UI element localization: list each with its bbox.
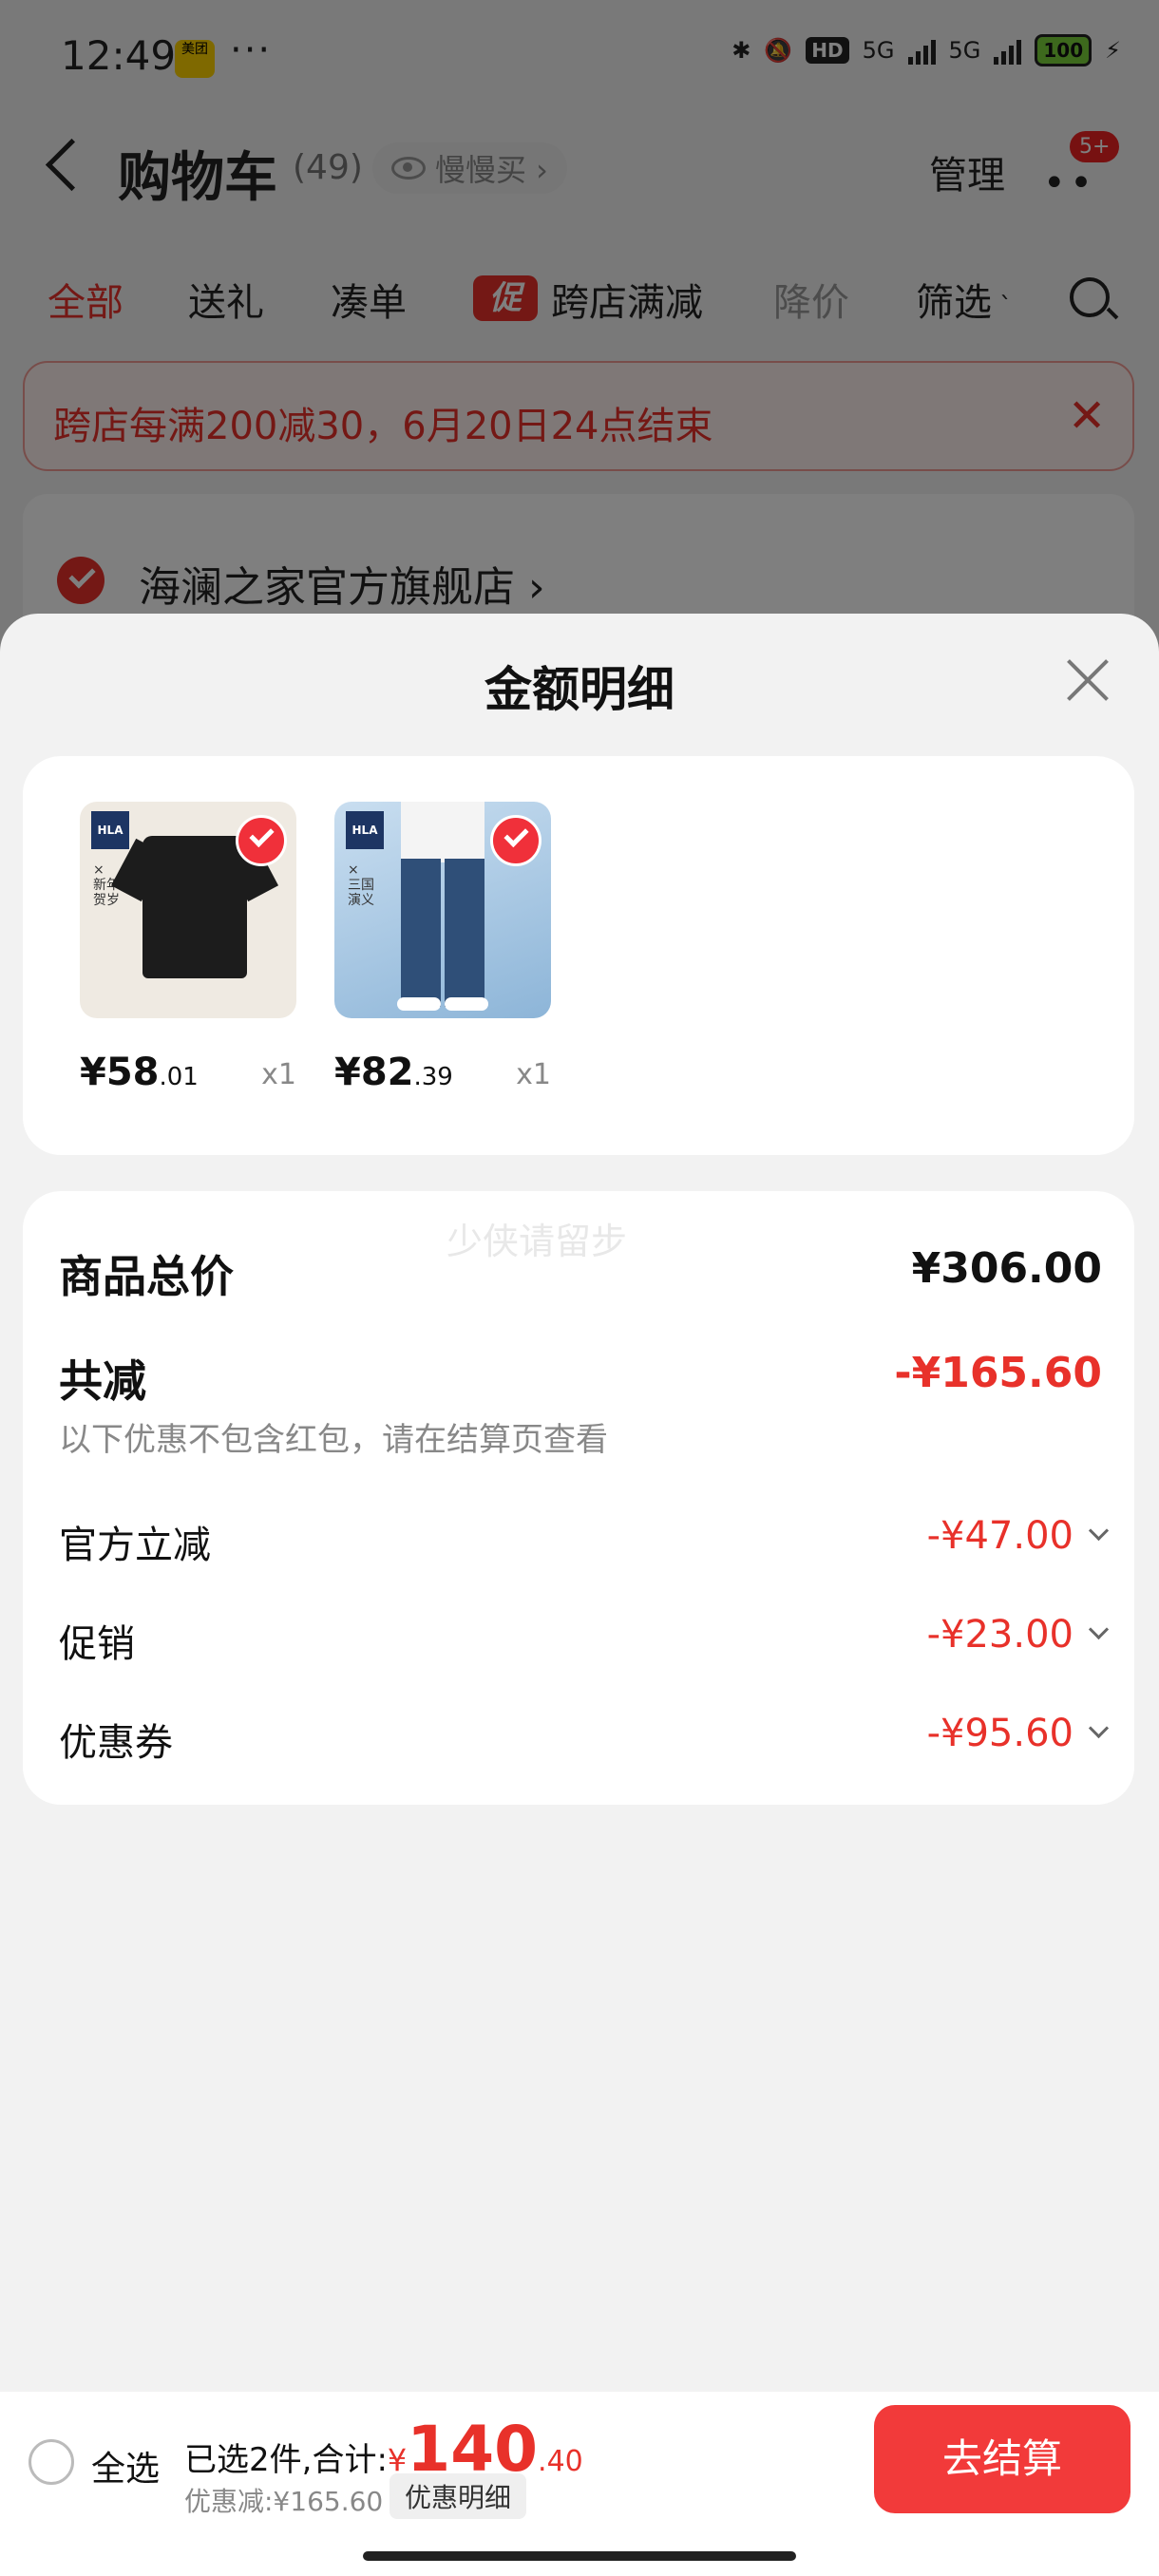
item-price-int: ¥82 — [334, 1051, 414, 1094]
decorative-text: × 三国 演义 — [348, 862, 374, 908]
discount-note: 以下优惠不包含红包，请在结算页查看 — [59, 1421, 608, 1459]
item-price-dec: .01 — [159, 1063, 199, 1091]
selected-summary: 已选2件,合计: — [184, 2441, 388, 2479]
black-polo-shirt-icon — [142, 836, 247, 978]
select-all-label[interactable]: 全选 — [91, 2441, 160, 2491]
coupon-value[interactable]: -¥95.60 — [927, 1712, 1074, 1755]
amount-detail-sheet: 金额明细 HLA × 新年 贺岁 ¥58.01 x1 HLA × 三国 演义 ¥… — [0, 614, 1159, 2576]
chevron-down-icon[interactable] — [1088, 1520, 1110, 1542]
blue-jeans-icon — [401, 859, 441, 1007]
close-icon[interactable] — [1064, 657, 1112, 705]
item-price: ¥58.01 — [80, 1051, 199, 1094]
list-item[interactable]: HLA × 新年 贺岁 ¥58.01 x1 — [80, 802, 296, 1094]
product-thumbnail: HLA × 新年 贺岁 — [80, 802, 296, 1018]
sheet-title: 金额明细 — [484, 662, 674, 717]
home-indicator[interactable] — [363, 2551, 796, 2561]
coupon-label: 优惠券 — [59, 1721, 173, 1765]
select-all-checkbox[interactable] — [28, 2439, 74, 2485]
total-reduction-value: -¥165.60 — [894, 1349, 1102, 1397]
checkout-bar: 全选 已选2件,合计:¥140.40 优惠减:¥165.60 优惠明细 去结算 — [0, 2392, 1159, 2534]
shoe-icon — [397, 997, 441, 1011]
chevron-down-icon[interactable] — [1088, 1717, 1110, 1739]
promotion-label: 促销 — [59, 1622, 135, 1666]
total-price-label: 商品总价 — [59, 1251, 234, 1302]
shirt-shape-icon — [401, 802, 484, 862]
check-icon — [236, 815, 287, 866]
check-icon — [490, 815, 542, 866]
brand-logo-icon: HLA — [91, 811, 129, 849]
total-amount-dec: .40 — [538, 2445, 583, 2478]
discount-detail-button[interactable]: 优惠明细 — [390, 2473, 527, 2519]
total-price-value: ¥306.00 — [911, 1244, 1102, 1293]
shoe-icon — [445, 997, 488, 1011]
official-discount-label: 官方立减 — [59, 1524, 211, 1567]
item-price: ¥82.39 — [334, 1051, 453, 1094]
item-price-int: ¥58 — [80, 1051, 160, 1094]
blue-jeans-icon — [445, 859, 484, 1007]
product-thumbnail: HLA × 三国 演义 — [334, 802, 551, 1018]
total-reduction-label: 共减 — [59, 1355, 146, 1407]
item-qty: x1 — [516, 1058, 551, 1091]
chevron-down-icon[interactable] — [1088, 1619, 1110, 1640]
item-price-dec: .39 — [413, 1063, 453, 1091]
price-summary-card: 少侠请留步 商品总价 ¥306.00 共减 -¥165.60 以下优惠不包含红包… — [23, 1191, 1134, 1805]
discount-amount: 优惠减:¥165.60 — [184, 2486, 384, 2517]
watermark-text: 少侠请留步 — [446, 1221, 628, 1262]
list-item[interactable]: HLA × 三国 演义 ¥82.39 x1 — [334, 802, 551, 1094]
promotion-value[interactable]: -¥23.00 — [927, 1613, 1074, 1657]
checkout-button[interactable]: 去结算 — [874, 2405, 1130, 2513]
selected-items-card: HLA ×新年贺岁 ¥58.01 x1 HLA ×三国演义 ¥82.39 — [23, 756, 1134, 1155]
official-discount-value[interactable]: -¥47.00 — [927, 1514, 1074, 1558]
item-qty: x1 — [261, 1058, 296, 1091]
brand-logo-icon: HLA — [346, 811, 384, 849]
